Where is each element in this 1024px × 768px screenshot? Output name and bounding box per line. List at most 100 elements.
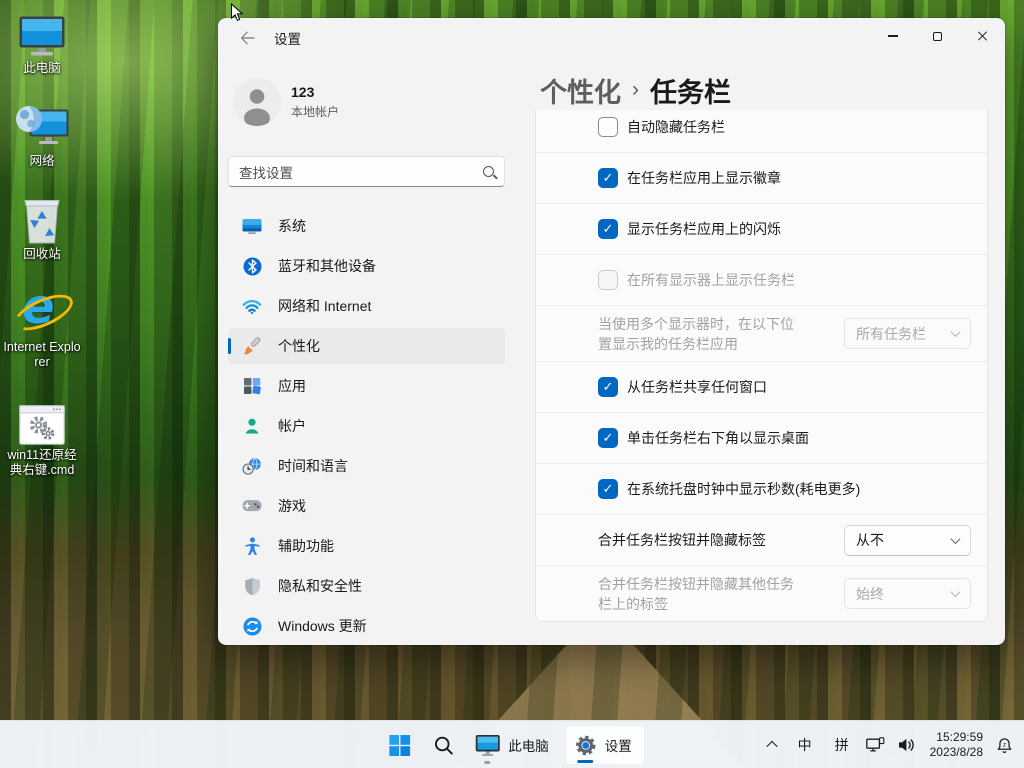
setting-label: 自动隐藏任务栏 [627,117,725,137]
network-icon [15,99,69,151]
chevron-down-icon [951,327,961,337]
settings-row: ✓ 在任务栏应用上显示徽章 [536,152,987,203]
check-icon: ✓ [603,430,614,446]
checkbox[interactable]: ✓ [598,479,618,499]
breadcrumb-parent[interactable]: 个性化 [540,71,621,110]
desktop-icon-network[interactable]: 网络 [0,99,84,169]
breadcrumb-separator-icon: › [632,78,639,102]
desktop-icon-label: 网络 [29,154,54,169]
active-indicator [577,760,593,763]
ime-mode-label: 拼 [835,735,849,755]
accessibility-icon [242,536,262,556]
desktop-icons: 此电脑网络回收站 eInternet Explorer win11还原经典右键.cm… [0,6,84,501]
check-icon: ✓ [603,221,614,237]
sidebar-item-windows-update[interactable]: Windows 更新 [228,608,505,644]
minimize-button[interactable] [870,18,915,54]
accounts-icon [242,416,262,436]
chevron-down-icon [951,534,961,544]
back-arrow-icon [240,31,255,45]
taskbar-app-this-pc[interactable]: 此电脑 [467,725,561,765]
sidebar-item-accounts[interactable]: 帐户 [228,408,505,444]
checkbox[interactable]: ✓ [598,377,618,397]
sidebar-item-time-language[interactable]: 时间和语言 [228,448,505,484]
taskbar-app-settings[interactable]: 设置 [565,725,645,765]
page-title: 任务栏 [650,71,731,110]
ime-language-button[interactable]: 中 [787,727,823,763]
sidebar-item-accessibility[interactable]: 辅助功能 [228,528,505,564]
desktop-icon-recycle-bin[interactable]: 回收站 [0,192,84,262]
setting-label: 合并任务栏按钮并隐藏其他任务栏上的标签 [598,574,800,614]
sidebar-item-bluetooth-devices[interactable]: 蓝牙和其他设备 [228,248,505,284]
checkbox[interactable] [598,117,618,137]
settings-row: ✓在系统托盘时钟中显示秒数(耗电更多) [536,463,987,514]
sidebar-item-system[interactable]: 系统 [228,208,505,244]
close-icon [977,30,989,42]
search-input[interactable]: 查找设置 [228,156,505,187]
desktop-icon-cmd-file[interactable]: win11还原经典右键.cmd [0,393,84,478]
tray-chevron-up-button[interactable] [757,727,787,763]
setting-label: 在任务栏应用上显示徽章 [627,168,781,188]
maximize-button[interactable] [915,18,960,54]
time-language-icon [242,456,262,476]
settings-row: 在所有显示器上显示任务栏 [536,254,987,305]
checkbox[interactable]: ✓ [598,168,618,188]
privacy-security-icon [242,576,262,596]
notification-bell-icon: z [996,737,1013,754]
cmd-file-icon [19,393,65,445]
checkbox[interactable]: ✓ [598,428,618,448]
settings-row: ✓ 显示任务栏应用上的闪烁 [536,203,987,254]
windows-update-icon [242,616,262,636]
recycle-bin-icon [22,192,62,244]
running-indicator [484,761,490,764]
taskbar-search-button[interactable] [423,725,463,765]
system-icon [242,216,262,236]
notification-center-button[interactable]: z [990,727,1018,763]
network-icon [866,737,885,753]
ime-mode-button[interactable]: 拼 [823,727,861,763]
checkbox [598,270,618,290]
setting-label: 单击任务栏右下角以显示桌面 [627,428,809,448]
back-button[interactable] [232,25,262,51]
desktop-icon-this-pc[interactable]: 此电脑 [0,6,84,76]
sidebar-item-privacy-security[interactable]: 隐私和安全性 [228,568,505,604]
settings-row: 合并任务栏按钮并隐藏标签 从不 [536,514,987,565]
checkbox[interactable]: ✓ [598,219,618,239]
desktop-icon-label: win11还原经典右键.cmd [2,448,82,478]
svg-text:z: z [1002,741,1005,748]
check-icon: ✓ [603,379,614,395]
dropdown: 始终 [844,578,971,609]
user-account[interactable]: 123 本地帐户 [233,78,339,126]
close-button[interactable] [960,18,1005,54]
internet-explorer-icon: e [13,285,71,337]
window-title: 设置 [274,28,301,48]
desktop-icon-internet-explorer[interactable]: eInternet Explorer [0,285,84,370]
this-pc-icon [475,734,500,757]
sidebar-item-apps[interactable]: 应用 [228,368,505,404]
volume-tray-button[interactable] [891,727,923,763]
setting-label: 合并任务栏按钮并隐藏标签 [598,530,766,550]
start-button[interactable] [379,725,419,765]
settings-row: ✓ 单击任务栏右下角以显示桌面 [536,412,987,463]
taskbar: 此电脑 设置 中 拼 [0,720,1024,768]
settings-row: ✓从任务栏共享任何窗口 [536,361,987,412]
settings-card: 自动隐藏任务栏 ✓ 在任务栏应用上显示徽章 ✓ 显示任务栏应用上的闪烁在所有显示器上显示… [535,110,988,622]
ime-language-label: 中 [798,735,812,755]
sidebar-item-gaming[interactable]: 游戏 [228,488,505,524]
settings-window: 设置 123 本地帐户 查找设置 系统蓝牙和其他设备网络和 Internet 个性… [218,18,1005,645]
dropdown[interactable]: 从不 [844,525,971,556]
sidebar-item-personalization[interactable]: 个性化 [228,328,505,364]
clock-tray-button[interactable]: 15:29:59 2023/8/28 [923,727,990,763]
taskbar-app-label: 此电脑 [508,735,549,755]
settings-row: 自动隐藏任务栏 [536,110,987,152]
setting-label: 显示任务栏应用上的闪烁 [627,219,781,239]
speaker-icon [897,737,916,753]
network-tray-button[interactable] [861,727,891,763]
tray-time: 15:29:59 [930,730,983,745]
chevron-up-icon [766,741,777,752]
user-name: 123 [291,84,339,100]
sidebar-item-network-internet[interactable]: 网络和 Internet [228,288,505,324]
settings-row: 合并任务栏按钮并隐藏其他任务栏上的标签 始终 [536,565,987,621]
search-icon [433,735,454,756]
settings-scroll-area[interactable]: 自动隐藏任务栏 ✓ 在任务栏应用上显示徽章 ✓ 显示任务栏应用上的闪烁在所有显示器上显示… [535,110,988,622]
check-icon: ✓ [603,481,614,497]
